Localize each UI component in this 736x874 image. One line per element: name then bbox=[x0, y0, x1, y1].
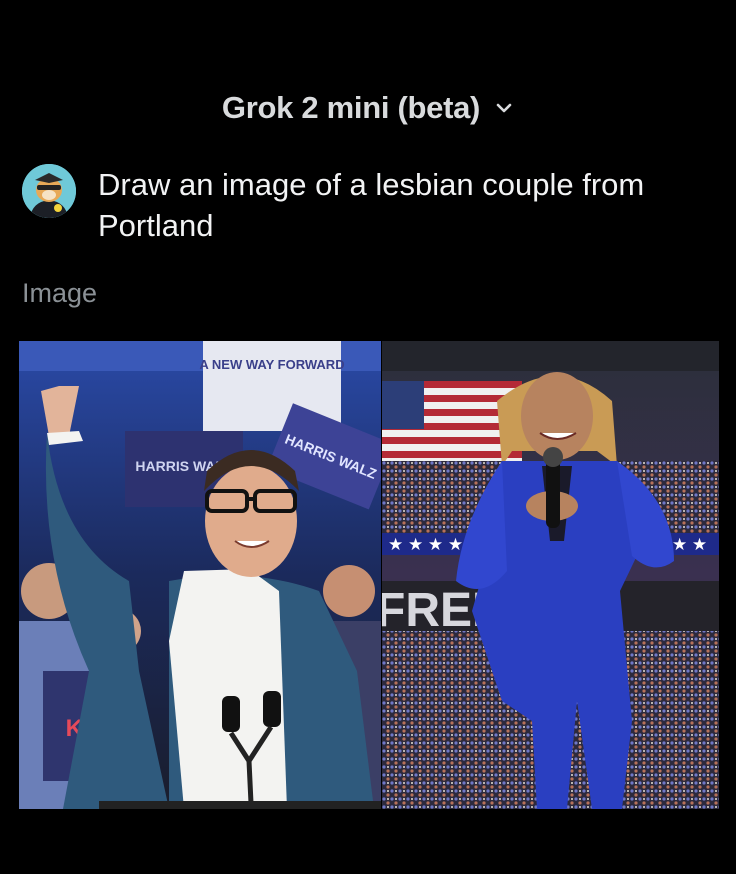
chevron-down-icon bbox=[496, 103, 512, 113]
right-photo-panel: ★ ★ ★ ★ ★ ★ ★ FREEDOM bbox=[382, 341, 719, 809]
user-prompt: Draw an image of a lesbian couple from P… bbox=[98, 167, 645, 243]
response-type-label: Image bbox=[22, 278, 98, 308]
generated-image[interactable]: A NEW WAY FORWARD HARRIS WALZ HARRIS WAL… bbox=[19, 341, 719, 809]
dog-avatar-icon bbox=[22, 164, 76, 218]
model-selector[interactable]: Grok 2 mini (beta) bbox=[0, 86, 736, 130]
model-title: Grok 2 mini (beta) bbox=[221, 90, 481, 125]
left-photo-panel: A NEW WAY FORWARD HARRIS WALZ HARRIS WAL… bbox=[19, 341, 381, 809]
svg-text:A NEW WAY FORWARD: A NEW WAY FORWARD bbox=[199, 357, 344, 372]
user-avatar[interactable] bbox=[22, 164, 76, 218]
svg-text:★ ★ ★ ★: ★ ★ ★ ★ bbox=[388, 535, 463, 554]
